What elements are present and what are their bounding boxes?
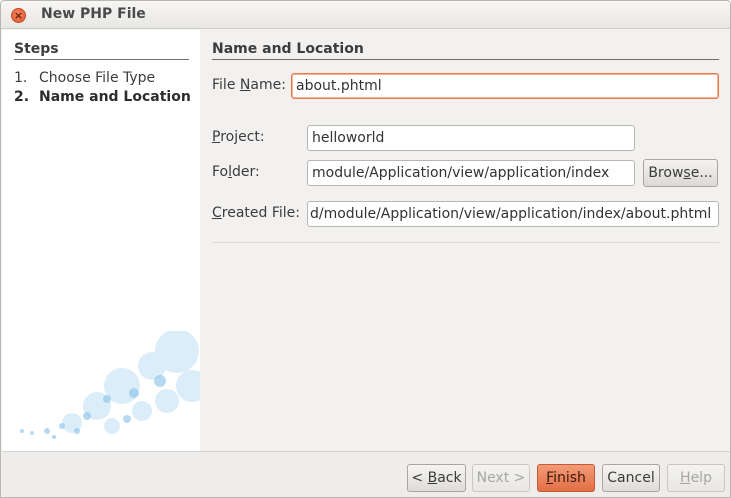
help-button[interactable]: Help	[667, 464, 725, 492]
title-bar: × New PHP File	[1, 1, 730, 29]
step-number: 1.	[14, 70, 28, 86]
step-number: 2.	[14, 89, 30, 105]
cancel-button[interactable]: Cancel	[602, 464, 660, 492]
finish-button[interactable]: Finish	[537, 464, 595, 492]
panel-divider	[212, 242, 719, 243]
step-item-choose-file-type: 1. Choose File Type	[14, 70, 155, 86]
project-field[interactable]: helloworld	[307, 125, 635, 151]
back-button[interactable]: < Back	[407, 464, 466, 492]
next-button[interactable]: Next >	[472, 464, 530, 492]
window-title: New PHP File	[41, 6, 146, 22]
file-name-label: File Name:	[212, 77, 286, 93]
section-title: Name and Location	[212, 41, 364, 57]
steps-title: Steps	[14, 41, 59, 57]
steps-divider	[14, 59, 189, 60]
dialog-window: × New PHP File Steps 1. Choose File Type …	[0, 0, 731, 498]
created-file-field[interactable]: d/module/Application/view/application/in…	[307, 201, 719, 227]
project-label: Project:	[212, 129, 265, 145]
decorative-bubbles-image	[20, 331, 200, 439]
folder-input[interactable]: module/Application/view/application/inde…	[307, 160, 635, 186]
browse-button[interactable]: Browse...	[643, 159, 718, 187]
section-divider	[212, 59, 719, 60]
name-and-location-panel: Name and Location File Name: about.phtml…	[200, 30, 730, 451]
folder-label: Folder:	[212, 164, 260, 180]
step-item-name-and-location: 2. Name and Location	[14, 89, 191, 105]
created-file-label: Created File:	[212, 205, 301, 221]
file-name-input[interactable]: about.phtml	[291, 73, 719, 99]
step-label: Choose File Type	[39, 70, 156, 86]
close-icon[interactable]: ×	[11, 8, 26, 23]
steps-panel: Steps 1. Choose File Type 2. Name and Loca…	[2, 30, 200, 451]
step-label: Name and Location	[39, 89, 191, 105]
button-bar: < Back Next > Finish Cancel Help	[2, 451, 730, 497]
